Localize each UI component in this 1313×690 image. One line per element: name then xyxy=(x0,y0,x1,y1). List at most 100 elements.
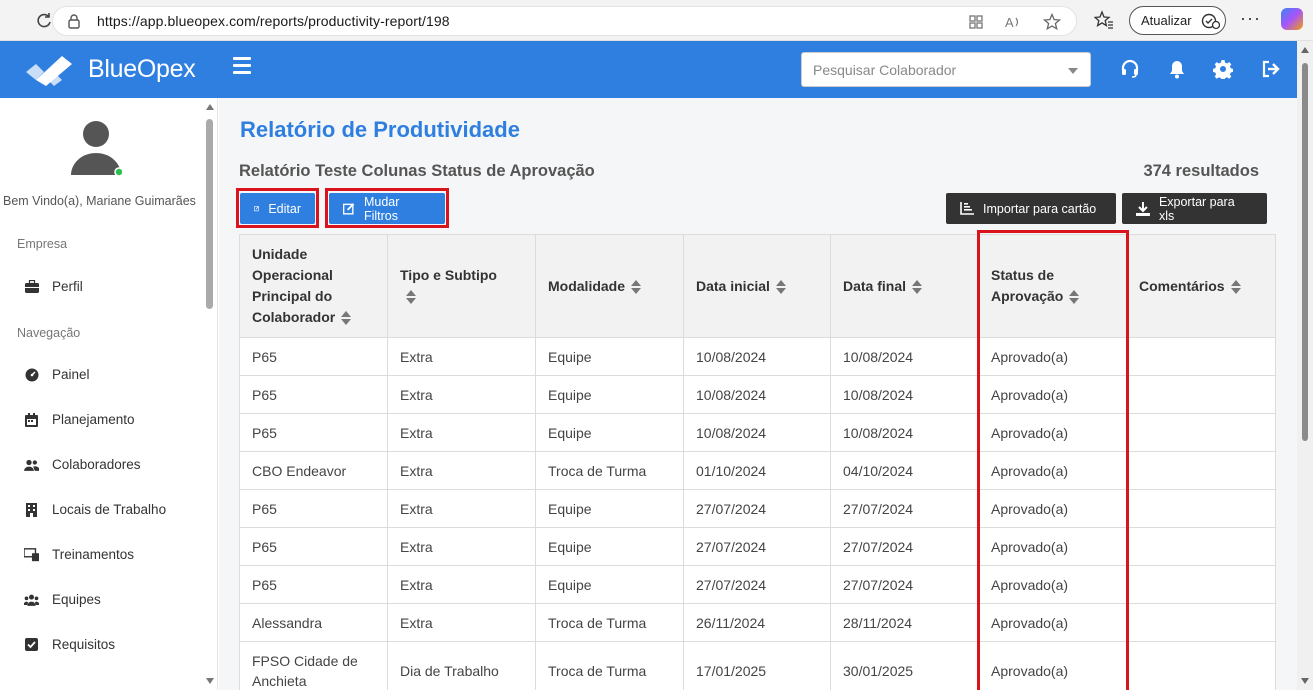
training-icon xyxy=(24,547,39,562)
column-header-comentarios[interactable]: Comentários xyxy=(1126,234,1276,338)
column-header-data-inicial[interactable]: Data inicial xyxy=(683,234,831,338)
export-xls-button[interactable]: Exportar para xls xyxy=(1122,193,1267,224)
favorites-icon[interactable] xyxy=(1093,10,1114,35)
table-cell: Equipe xyxy=(535,337,684,376)
edit-label: Editar xyxy=(268,201,301,216)
table-cell: Equipe xyxy=(535,489,684,528)
sidebar-item-label: Equipes xyxy=(52,592,101,607)
checkbox-icon xyxy=(24,637,39,652)
column-header-data-final[interactable]: Data final xyxy=(830,234,979,338)
gear-icon[interactable] xyxy=(1212,58,1234,80)
table-cell: P65 xyxy=(239,413,388,452)
brand-name: BlueOpex xyxy=(88,54,196,83)
copilot-icon[interactable] xyxy=(1281,8,1303,30)
table-cell: FPSO Cidade de Anchieta xyxy=(239,641,388,690)
table-cell: 04/10/2024 xyxy=(830,451,979,490)
team-icon xyxy=(24,592,39,607)
bell-icon[interactable] xyxy=(1166,58,1188,80)
url-text: https://app.blueopex.com/reports/product… xyxy=(97,13,450,29)
update-browser-button[interactable]: Atualizar xyxy=(1129,6,1226,35)
highlight-frame-status-column xyxy=(977,230,1129,690)
headset-icon[interactable] xyxy=(1119,58,1141,80)
menu-toggle-icon[interactable] xyxy=(233,57,251,78)
sort-icon[interactable] xyxy=(341,311,352,326)
app-grid-icon[interactable] xyxy=(966,12,986,32)
table-cell: P65 xyxy=(239,375,388,414)
sort-icon[interactable] xyxy=(1230,279,1241,294)
table-cell: Equipe xyxy=(535,527,684,566)
table-cell: P65 xyxy=(239,489,388,528)
table-cell: CBO Endeavor xyxy=(239,451,388,490)
sort-icon[interactable] xyxy=(912,279,923,294)
column-header-modalidade[interactable]: Modalidade xyxy=(535,234,684,338)
section-empresa: Empresa xyxy=(17,237,68,251)
calendar-icon xyxy=(24,412,39,427)
sidebar-item-label: Planejamento xyxy=(52,412,135,427)
logout-icon[interactable] xyxy=(1260,58,1282,80)
table-cell: 10/08/2024 xyxy=(830,375,979,414)
sidebar-item-requisitos[interactable]: Requisitos xyxy=(24,637,115,652)
sort-icon[interactable] xyxy=(406,290,416,305)
edit-button[interactable]: Editar xyxy=(240,193,315,224)
sidebar-item-painel[interactable]: Painel xyxy=(24,367,90,382)
column-header-tipo[interactable]: Tipo e Subtipo xyxy=(387,234,536,338)
table-cell xyxy=(1126,489,1276,528)
table-cell: 10/08/2024 xyxy=(683,337,831,376)
sidebar-item-colaboradores[interactable]: Colaboradores xyxy=(24,457,141,472)
read-aloud-icon[interactable]: A xyxy=(1004,12,1024,32)
table-cell: Extra xyxy=(387,603,536,642)
table-cell xyxy=(1126,641,1276,690)
table-cell: 27/07/2024 xyxy=(683,489,831,528)
update-label: Atualizar xyxy=(1141,13,1192,28)
logo[interactable]: BlueOpex xyxy=(24,52,196,86)
sidebar-item-label: Colaboradores xyxy=(52,457,141,472)
section-navegacao: Navegação xyxy=(17,326,81,340)
sidebar-item-equipes[interactable]: Equipes xyxy=(24,592,101,607)
table-cell: Troca de Turma xyxy=(535,451,684,490)
sidebar-item-perfil[interactable]: Perfil xyxy=(24,279,83,294)
collaborator-search-select[interactable]: Pesquisar Colaborador xyxy=(801,52,1091,87)
search-placeholder: Pesquisar Colaborador xyxy=(813,62,957,78)
sidebar-item-label: Locais de Trabalho xyxy=(52,502,167,517)
table-cell xyxy=(1126,375,1276,414)
table-cell: Troca de Turma xyxy=(535,603,684,642)
sidebar-scrollbar[interactable] xyxy=(206,104,214,684)
avatar[interactable] xyxy=(70,120,124,177)
table-cell: 27/07/2024 xyxy=(830,489,979,528)
import-card-button[interactable]: Importar para cartão xyxy=(946,193,1116,224)
more-options-icon[interactable]: ··· xyxy=(1240,8,1261,29)
table-cell: Extra xyxy=(387,451,536,490)
table-cell: P65 xyxy=(239,527,388,566)
page-scrollbar[interactable] xyxy=(1297,41,1313,690)
table-cell xyxy=(1126,337,1276,376)
edit-icon xyxy=(254,206,260,212)
sidebar-item-locais[interactable]: Locais de Trabalho xyxy=(24,502,166,517)
users-icon xyxy=(24,457,39,472)
chart-icon xyxy=(960,202,974,215)
table-cell: Extra xyxy=(387,527,536,566)
star-icon[interactable] xyxy=(1042,12,1062,32)
table-cell: 10/08/2024 xyxy=(683,375,831,414)
table-cell: 30/01/2025 xyxy=(830,641,979,690)
sort-icon[interactable] xyxy=(775,279,786,294)
table-cell xyxy=(1126,451,1276,490)
page-title: Relatório de Produtividade xyxy=(240,117,520,142)
column-header-unidade[interactable]: Unidade Operacional Principal do Colabor… xyxy=(239,234,388,338)
chevron-down-icon xyxy=(1068,68,1078,74)
browser-toolbar: https://app.blueopex.com/reports/product… xyxy=(0,0,1313,41)
sort-icon[interactable] xyxy=(631,279,642,294)
export-xls-label: Exportar para xls xyxy=(1158,194,1235,223)
dashboard-icon xyxy=(24,367,39,382)
table-cell: Extra xyxy=(387,337,536,376)
table-cell: Alessandra xyxy=(239,603,388,642)
change-filters-button[interactable]: Mudar Filtros xyxy=(329,193,445,224)
table-cell: 26/11/2024 xyxy=(683,603,831,642)
results-count: 374 resultados xyxy=(1143,162,1259,180)
address-bar[interactable]: https://app.blueopex.com/reports/product… xyxy=(52,6,1077,36)
sidebar-item-planejamento[interactable]: Planejamento xyxy=(24,412,135,427)
logo-icon xyxy=(26,56,72,86)
sidebar-item-treinamentos[interactable]: Treinamentos xyxy=(24,547,134,562)
table-cell: Extra xyxy=(387,375,536,414)
report-name: Relatório Teste Colunas Status de Aprova… xyxy=(239,162,595,180)
table-cell: 10/08/2024 xyxy=(830,413,979,452)
